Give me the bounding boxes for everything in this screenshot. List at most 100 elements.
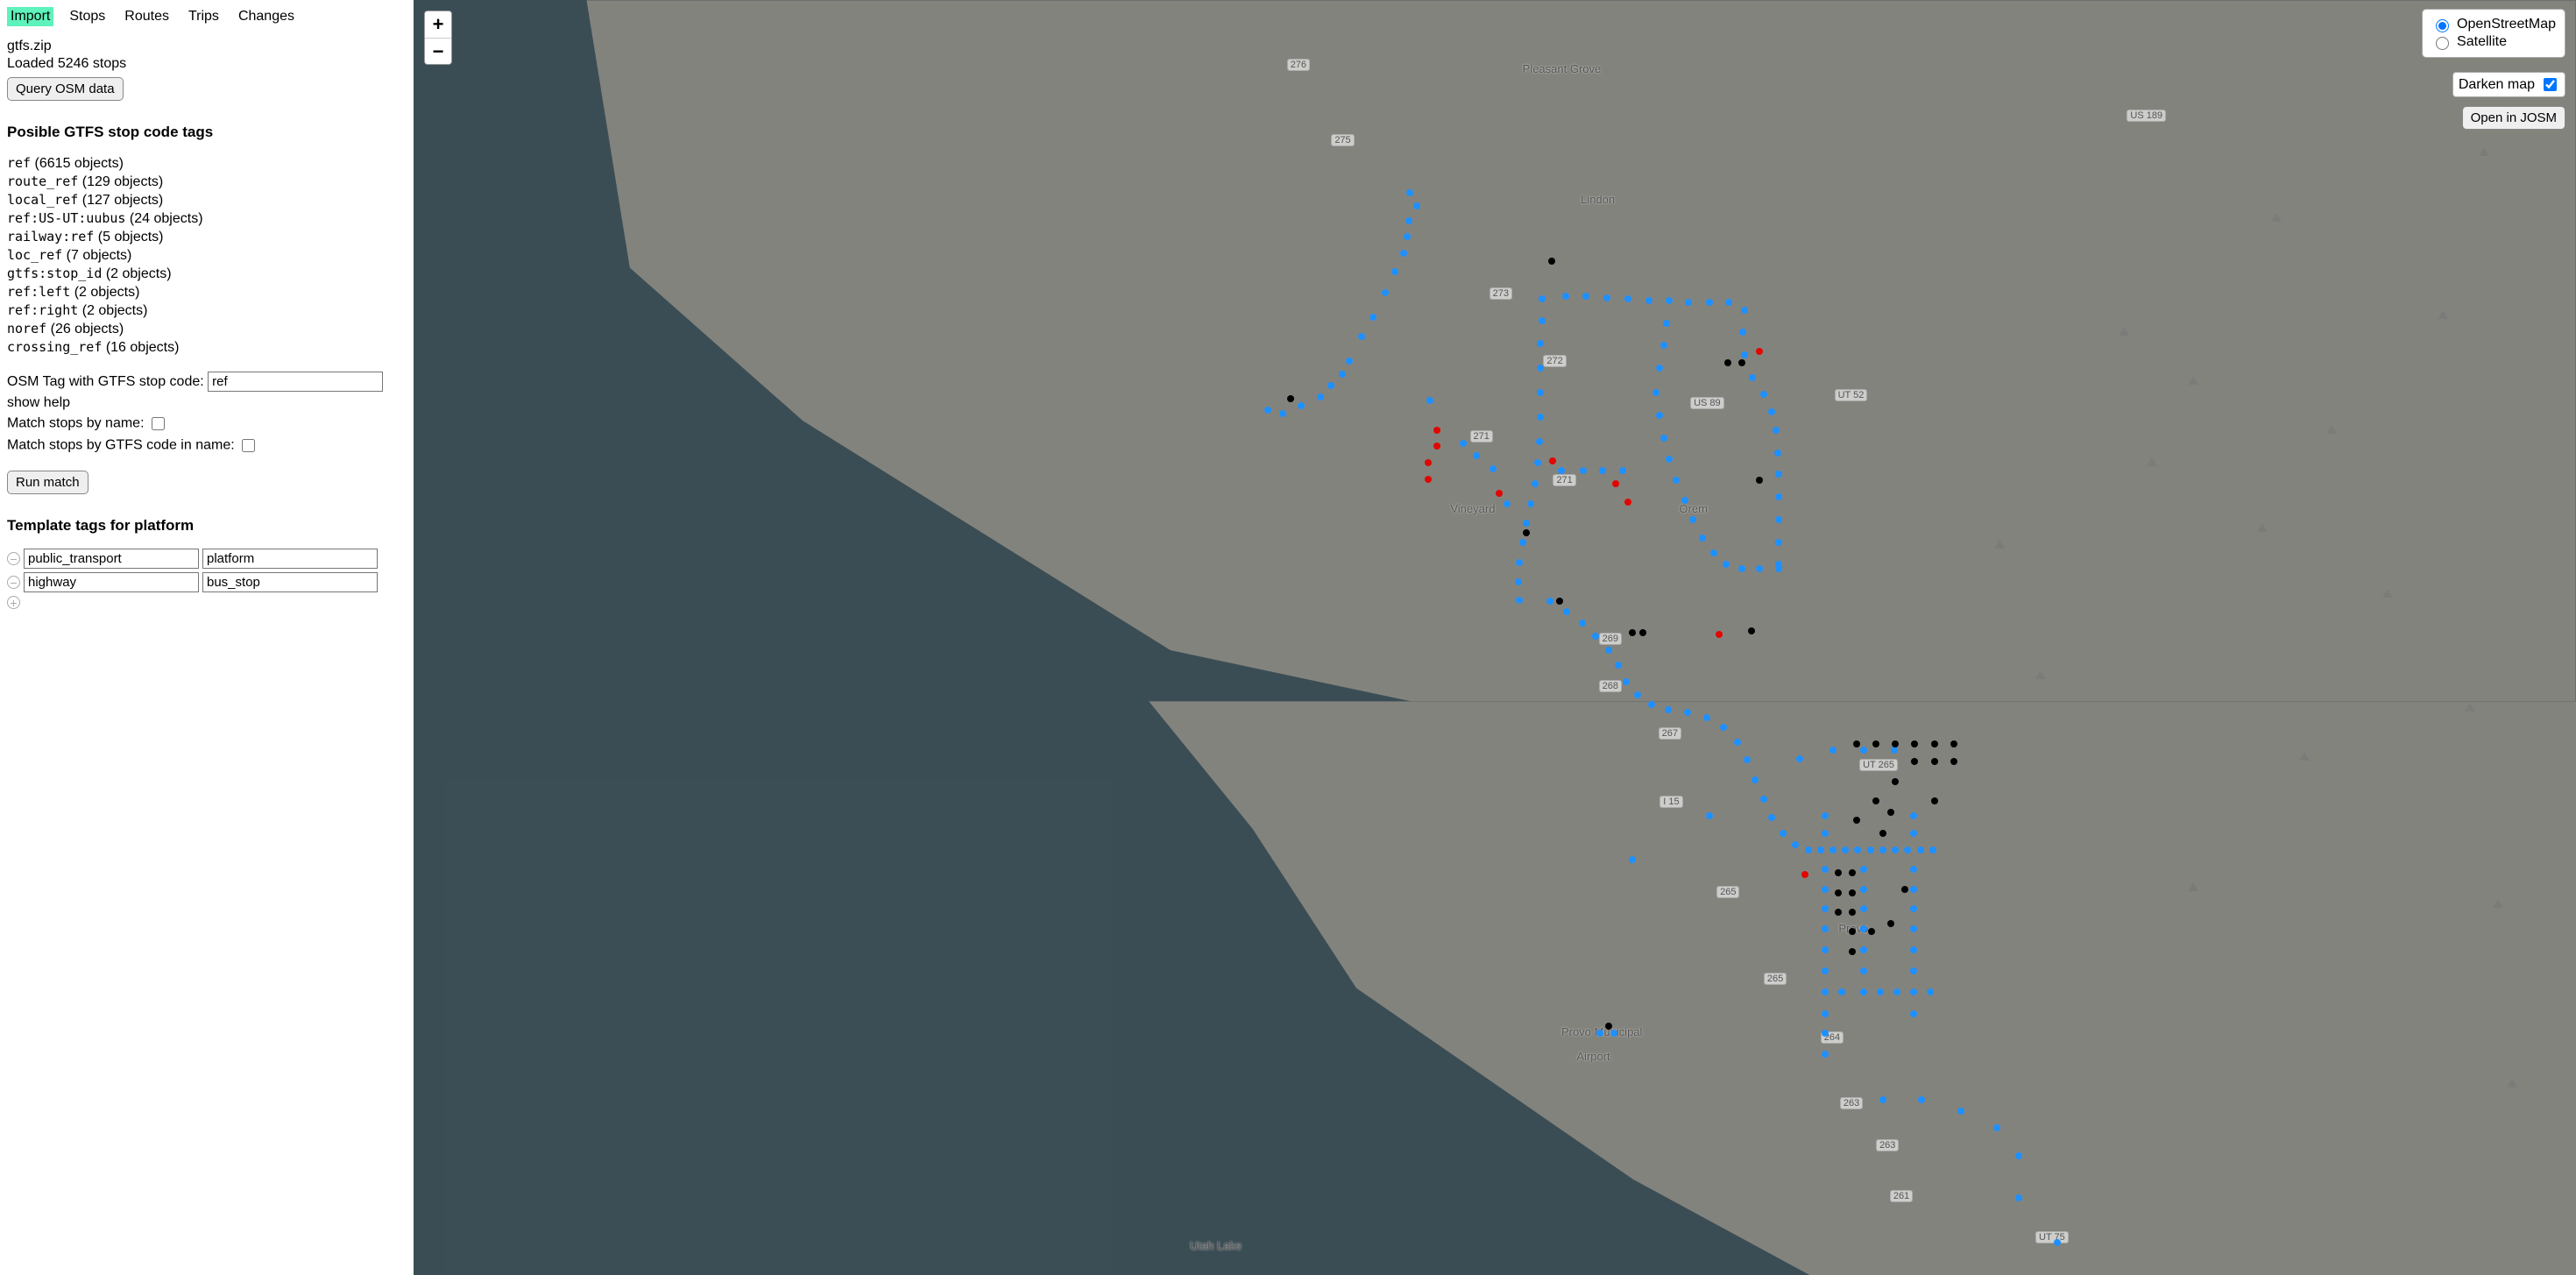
possible-tag-row[interactable]: route_ref (129 objects) — [7, 174, 407, 190]
stop-marker-blue[interactable] — [1768, 814, 1775, 821]
stop-marker-blue[interactable] — [1579, 620, 1586, 627]
tab-stops[interactable]: Stops — [66, 7, 109, 26]
stop-marker-blue[interactable] — [1264, 407, 1271, 414]
stop-marker-black[interactable] — [1911, 740, 1918, 747]
stop-marker-black[interactable] — [1868, 928, 1875, 935]
stop-marker-blue[interactable] — [1854, 846, 1861, 854]
stop-marker-blue[interactable] — [1904, 846, 1911, 854]
stop-marker-blue[interactable] — [1413, 202, 1420, 209]
stop-marker-black[interactable] — [1738, 359, 1745, 366]
stop-marker-red[interactable] — [1433, 427, 1440, 434]
stop-marker-blue[interactable] — [1775, 471, 1782, 478]
darken-map-checkbox[interactable] — [2544, 78, 2557, 91]
stop-marker-blue[interactable] — [1910, 925, 1917, 932]
stop-marker-black[interactable] — [1523, 529, 1530, 536]
stop-marker-blue[interactable] — [1537, 340, 1544, 347]
stop-marker-blue[interactable] — [1993, 1124, 2000, 1131]
stop-marker-black[interactable] — [1548, 258, 1555, 265]
possible-tag-row[interactable]: railway:ref (5 objects) — [7, 229, 407, 245]
zoom-in-button[interactable]: + — [425, 11, 451, 38]
stop-marker-blue[interactable] — [1665, 706, 1672, 713]
template-value-input[interactable] — [202, 549, 378, 569]
stop-marker-blue[interactable] — [1648, 701, 1655, 708]
stop-marker-blue[interactable] — [1405, 217, 1412, 224]
stop-marker-red[interactable] — [1425, 459, 1432, 466]
possible-tag-row[interactable]: local_ref (127 objects) — [7, 192, 407, 209]
stop-marker-blue[interactable] — [1400, 250, 1407, 257]
stop-marker-blue[interactable] — [1652, 389, 1660, 396]
stop-marker-blue[interactable] — [1822, 1010, 1829, 1017]
stop-marker-black[interactable] — [1756, 477, 1763, 484]
stop-marker-black[interactable] — [1835, 889, 1842, 896]
tab-routes[interactable]: Routes — [121, 7, 173, 26]
stop-marker-blue[interactable] — [1634, 691, 1641, 698]
match-by-name-checkbox[interactable] — [152, 417, 165, 430]
stop-marker-blue[interactable] — [1752, 776, 1759, 783]
stop-marker-blue[interactable] — [1623, 678, 1630, 685]
template-value-input[interactable] — [202, 572, 378, 592]
remove-row-icon[interactable]: − — [7, 552, 20, 565]
stop-marker-black[interactable] — [1892, 740, 1899, 747]
stop-marker-black[interactable] — [1887, 920, 1894, 927]
stop-marker-blue[interactable] — [1596, 1030, 1603, 1037]
stop-marker-blue[interactable] — [1860, 866, 1867, 873]
stop-marker-blue[interactable] — [1660, 342, 1667, 349]
stop-marker-black[interactable] — [1748, 627, 1755, 634]
stop-marker-blue[interactable] — [1666, 297, 1673, 304]
stop-marker-blue[interactable] — [1822, 925, 1829, 932]
stop-marker-blue[interactable] — [1656, 412, 1663, 419]
stop-marker-black[interactable] — [1287, 395, 1294, 402]
stop-marker-blue[interactable] — [1822, 812, 1829, 819]
stop-marker-red[interactable] — [1624, 499, 1631, 506]
stop-marker-blue[interactable] — [1892, 846, 1899, 854]
stop-marker-blue[interactable] — [1599, 467, 1606, 474]
stop-marker-black[interactable] — [1931, 740, 1938, 747]
stop-marker-blue[interactable] — [1822, 866, 1829, 873]
stop-marker-black[interactable] — [1911, 758, 1918, 765]
tab-import[interactable]: Import — [7, 7, 53, 26]
stop-marker-blue[interactable] — [1910, 886, 1917, 893]
stop-marker-black[interactable] — [1724, 359, 1731, 366]
stop-marker-blue[interactable] — [1927, 988, 1934, 995]
stop-marker-blue[interactable] — [1775, 493, 1782, 500]
stop-marker-blue[interactable] — [1516, 597, 1523, 604]
stop-marker-black[interactable] — [1835, 869, 1842, 876]
stop-marker-black[interactable] — [1849, 909, 1856, 916]
stop-marker-blue[interactable] — [1592, 633, 1599, 640]
match-by-code-in-name-checkbox[interactable] — [242, 439, 255, 452]
possible-tag-row[interactable]: ref:left (2 objects) — [7, 284, 407, 301]
stop-marker-blue[interactable] — [1656, 365, 1663, 372]
stop-marker-black[interactable] — [1892, 778, 1899, 785]
stop-marker-blue[interactable] — [1317, 393, 1324, 400]
stop-marker-blue[interactable] — [1624, 295, 1631, 302]
stop-marker-blue[interactable] — [2015, 1194, 2022, 1201]
layer-sat-radio[interactable] — [2436, 37, 2449, 50]
stop-marker-blue[interactable] — [1725, 299, 1732, 306]
stop-marker-blue[interactable] — [1867, 846, 1874, 854]
stop-marker-blue[interactable] — [1537, 365, 1544, 372]
stop-marker-blue[interactable] — [1539, 295, 1546, 302]
stop-marker-blue[interactable] — [1805, 846, 1812, 854]
stop-marker-blue[interactable] — [1339, 371, 1346, 378]
stop-marker-blue[interactable] — [1796, 755, 1803, 762]
stop-marker-blue[interactable] — [1346, 358, 1353, 365]
stop-marker-blue[interactable] — [2054, 1239, 2061, 1246]
stop-marker-blue[interactable] — [1558, 467, 1565, 474]
stop-marker-blue[interactable] — [1490, 465, 1497, 472]
stop-marker-blue[interactable] — [1910, 866, 1917, 873]
stop-marker-blue[interactable] — [1406, 189, 1413, 196]
stop-marker-blue[interactable] — [1539, 317, 1546, 324]
stop-marker-black[interactable] — [1853, 817, 1860, 824]
possible-tag-row[interactable]: loc_ref (7 objects) — [7, 247, 407, 264]
stop-marker-blue[interactable] — [1891, 747, 1898, 754]
stop-marker-blue[interactable] — [1910, 812, 1917, 819]
tab-changes[interactable]: Changes — [235, 7, 298, 26]
stop-marker-blue[interactable] — [1673, 477, 1680, 484]
remove-row-icon[interactable]: − — [7, 576, 20, 589]
stop-marker-blue[interactable] — [1738, 565, 1745, 572]
possible-tag-row[interactable]: ref:right (2 objects) — [7, 302, 407, 319]
stop-marker-black[interactable] — [1879, 830, 1886, 837]
stop-marker-blue[interactable] — [1910, 988, 1917, 995]
stop-marker-black[interactable] — [1849, 889, 1856, 896]
stop-marker-blue[interactable] — [1744, 756, 1751, 763]
